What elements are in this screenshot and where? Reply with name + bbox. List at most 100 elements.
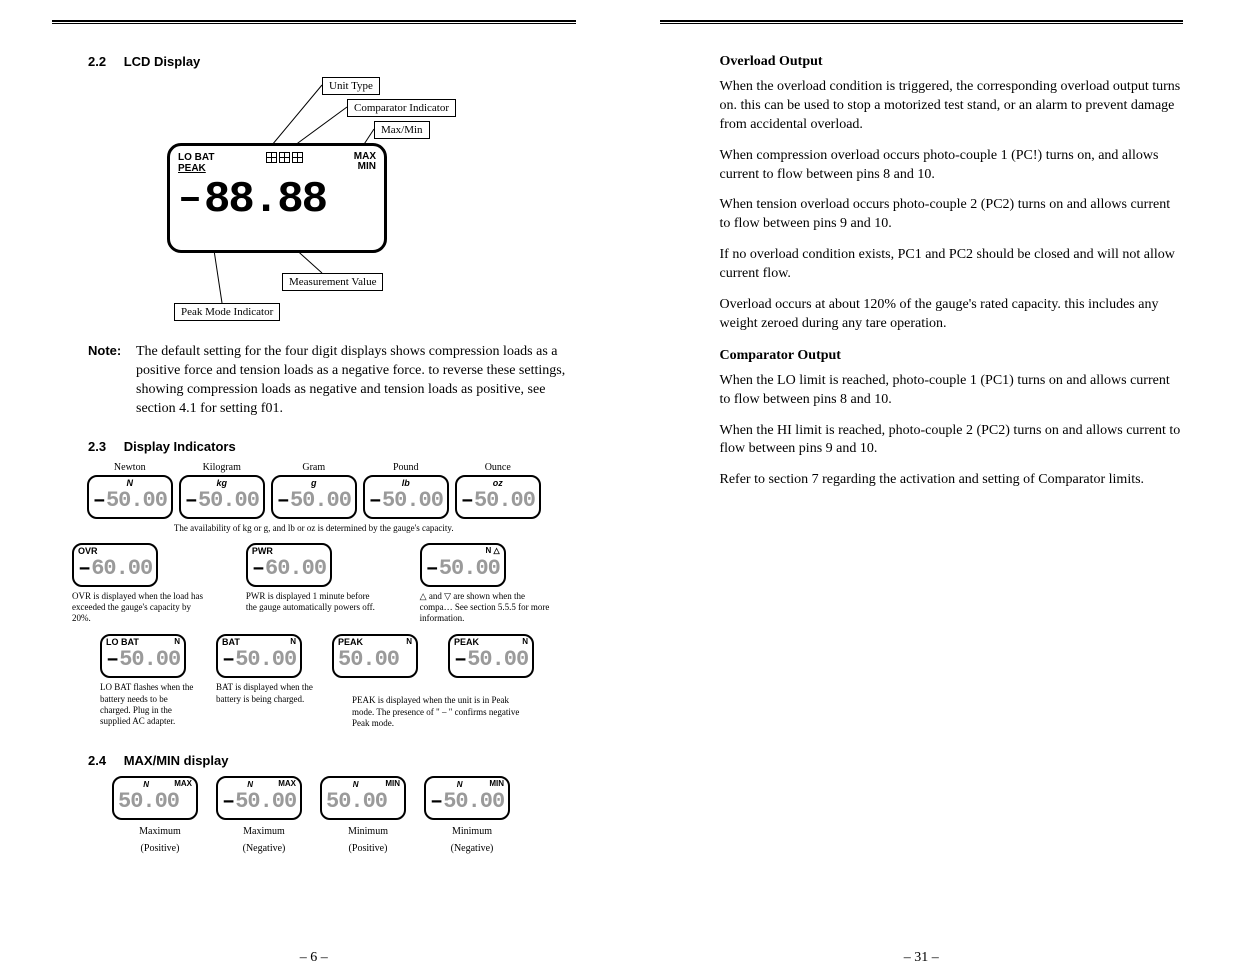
lcd-value: 50.00 — [235, 791, 296, 813]
unit-tile: Pound lb –50.00 — [363, 462, 449, 519]
para: If no overload condition exists, PC1 and… — [720, 246, 1184, 284]
lcd-value: 50.00 — [338, 649, 399, 671]
lcd-value: 50.00 — [290, 490, 351, 512]
unit-name: Pound — [363, 462, 449, 473]
maxmin-label-1: Maximum — [112, 826, 208, 837]
heading-2-4: 2.4 MAX/MIN display — [88, 753, 576, 768]
lcd-top-right: N — [406, 638, 412, 649]
indicator-item: PEAK N –50.00 — [448, 634, 548, 678]
indicators-row-2: OVR –60.00 OVR is displayed when the loa… — [72, 543, 556, 625]
lcd-tile: N MIN –50.00 — [424, 776, 510, 820]
unit-tile: Newton N –50.00 — [87, 462, 173, 519]
units-row: Newton N –50.00 Kilogram kg –50.00 Gram … — [72, 462, 556, 519]
maxmin-label-2: (Negative) — [424, 843, 520, 854]
peak-desc: PEAK is displayed when the unit is in Pe… — [352, 695, 522, 729]
page-6: 2.2 LCD Display Unit Type Comparator Ind… — [10, 20, 618, 954]
lcd-value: 50.00 — [474, 490, 535, 512]
maxmin-tile: N MAX –50.00 Maximum (Negative) — [216, 776, 312, 854]
indicator-item: LO BAT N –50.00 LO BAT flashes when the … — [100, 634, 200, 727]
lcd-tile: PEAK N 50.00 — [332, 634, 418, 678]
rule — [660, 20, 1184, 24]
unit-tile: Ounce oz –50.00 — [455, 462, 541, 519]
sectitle: LCD Display — [124, 54, 201, 69]
unit-name: Gram — [271, 462, 357, 473]
lcd-value: 50.00 — [326, 791, 387, 813]
maxmin-tile: N MAX 50.00 Maximum (Positive) — [112, 776, 208, 854]
indicator-item: BAT N –50.00 BAT is displayed when the b… — [216, 634, 316, 705]
maxmin-label-2: (Negative) — [216, 843, 312, 854]
lcd-tile: oz –50.00 — [455, 475, 541, 519]
lcd-tile: N MAX 50.00 — [112, 776, 198, 820]
page-number: – 31 – — [618, 950, 1226, 966]
unit-name: Newton — [87, 462, 173, 473]
lcd-min: MIN — [358, 161, 376, 172]
maxmin-label-2: (Positive) — [320, 843, 416, 854]
indicator-item: OVR –60.00 OVR is displayed when the loa… — [72, 543, 208, 625]
sectitle: MAX/MIN display — [124, 753, 229, 768]
page-number: – 6 – — [10, 950, 618, 966]
note-label: Note: — [88, 343, 136, 419]
unit-tile: Kilogram kg –50.00 — [179, 462, 265, 519]
heading-comparator: Comparator Output — [720, 348, 1184, 364]
note-block: Note: The default setting for the four d… — [88, 343, 576, 419]
lcd-tile: BAT N –50.00 — [216, 634, 302, 678]
unit-name: Kilogram — [179, 462, 265, 473]
lcd-value: 60.00 — [265, 558, 326, 580]
lcd-tile: g –50.00 — [271, 475, 357, 519]
indicator-desc: △ and ▽ are shown when the compa… See se… — [420, 591, 556, 625]
lcd-value: 50.00 — [198, 490, 259, 512]
indicator-desc: LO BAT flashes when the battery needs to… — [100, 682, 200, 727]
indicator-item: PWR –60.00 PWR is displayed 1 minute bef… — [246, 543, 382, 614]
para: When tension overload occurs photo-coupl… — [720, 196, 1184, 234]
lcd-tile: kg –50.00 — [179, 475, 265, 519]
unit-tile: Gram g –50.00 — [271, 462, 357, 519]
para: Refer to section 7 regarding the activat… — [720, 471, 1184, 490]
lcd-tile: PEAK N –50.00 — [448, 634, 534, 678]
lcd-value: 50.00 — [467, 649, 528, 671]
secnum: 2.4 — [88, 753, 106, 768]
lcd-value: 50.00 — [439, 558, 500, 580]
lcd-top-right: MIN — [385, 780, 400, 791]
figure-lcd-display: Unit Type Comparator Indicator Max/Min M… — [112, 77, 542, 333]
lcd-minus: – — [178, 180, 200, 220]
lcd-tile: OVR –60.00 — [72, 543, 158, 587]
units-note: The availability of kg or g, and lb or o… — [52, 523, 576, 533]
lcd-value: 50.00 — [118, 791, 179, 813]
lcd-value: 50.00 — [443, 791, 504, 813]
para: When the HI limit is reached, photo-coup… — [720, 422, 1184, 460]
heading-2-2: 2.2 LCD Display — [88, 54, 576, 69]
note-text: The default setting for the four digit d… — [136, 343, 576, 419]
indicator-desc: BAT is displayed when the battery is bei… — [216, 682, 316, 705]
lcd-main: LO BAT PEAK MAX MIN – 88.88 — [167, 143, 387, 253]
rule — [52, 20, 576, 24]
unit-name: Ounce — [455, 462, 541, 473]
maxmin-label-1: Maximum — [216, 826, 312, 837]
para: When compression overload occurs photo-c… — [720, 147, 1184, 185]
para: When the LO limit is reached, photo-coup… — [720, 372, 1184, 410]
lcd-tile: PWR –60.00 — [246, 543, 332, 587]
lcd-value: 50.00 — [382, 490, 443, 512]
maxmin-label-2: (Positive) — [112, 843, 208, 854]
lcd-comparator-boxes — [266, 152, 303, 174]
lcd-value: 50.00 — [106, 490, 167, 512]
maxmin-row: N MAX 50.00 Maximum (Positive) N MAX –50… — [112, 776, 576, 854]
lcd-value: 50.00 — [119, 649, 180, 671]
indicator-item: PEAK N 50.00 — [332, 634, 432, 678]
para: Overload occurs at about 120% of the gau… — [720, 296, 1184, 334]
indicator-desc: PWR is displayed 1 minute before the gau… — [246, 591, 382, 614]
maxmin-label-1: Minimum — [320, 826, 416, 837]
lcd-value: 50.00 — [235, 649, 296, 671]
lcd-tile: LO BAT N –50.00 — [100, 634, 186, 678]
maxmin-tile: N MIN 50.00 Minimum (Positive) — [320, 776, 416, 854]
para: When the overload condition is triggered… — [720, 78, 1184, 135]
lcd-tile: N MAX –50.00 — [216, 776, 302, 820]
lcd-digits: 88.88 — [204, 178, 326, 222]
page-31: Overload Output When the overload condit… — [618, 20, 1226, 954]
heading-overload: Overload Output — [720, 54, 1184, 70]
lcd-value: 60.00 — [91, 558, 152, 580]
secnum: 2.3 — [88, 439, 106, 454]
heading-2-3: 2.3 Display Indicators — [88, 439, 576, 454]
lcd-tile: N △ –50.00 — [420, 543, 506, 587]
indicator-item: N △ –50.00 △ and ▽ are shown when the co… — [420, 543, 556, 625]
lcd-tile: N MIN 50.00 — [320, 776, 406, 820]
